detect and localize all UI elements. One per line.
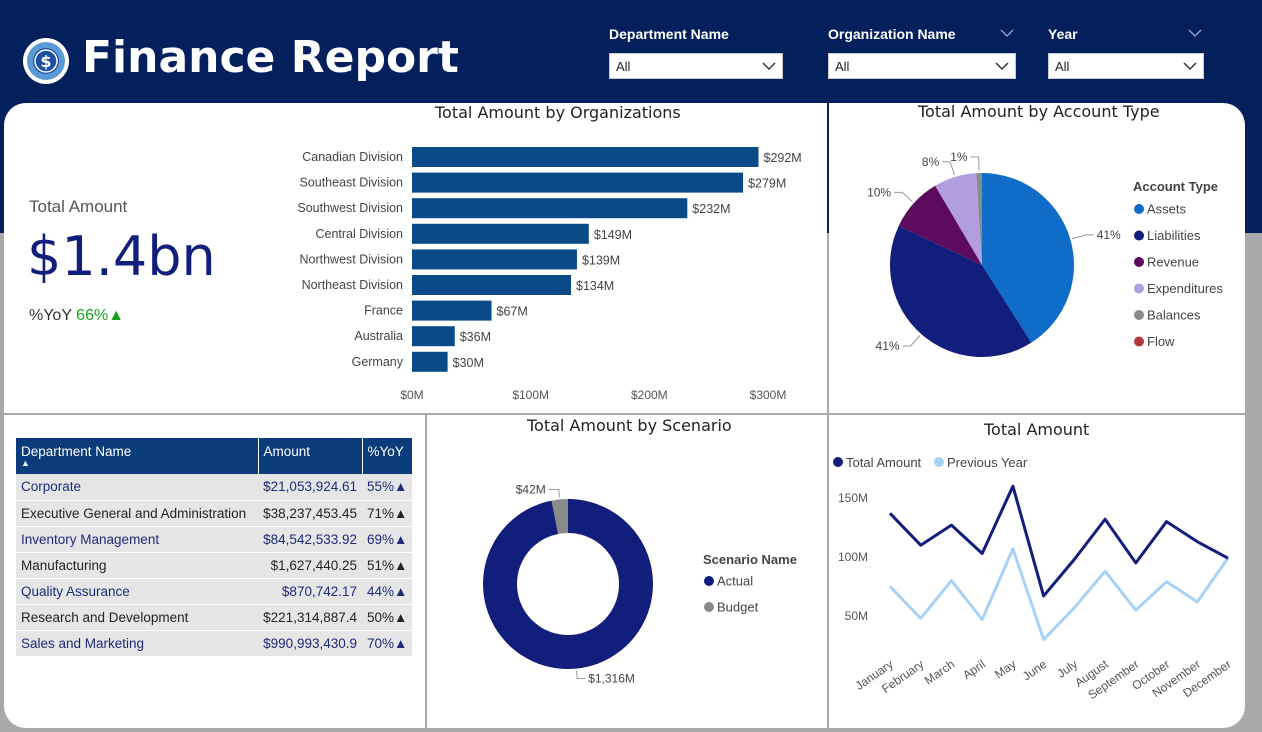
x-tick-label: April	[960, 657, 988, 682]
column-header-department[interactable]: Department Name ▲	[16, 438, 259, 474]
cell-yoy: 55%▲	[362, 474, 413, 501]
column-header-amount[interactable]: Amount	[258, 438, 363, 474]
cell-department: Research and Development	[16, 604, 258, 631]
cell-department: Manufacturing	[16, 552, 258, 579]
cell-amount: $84,542,533.92	[258, 526, 362, 553]
cell-department: Sales and Marketing	[16, 630, 258, 657]
y-tick-label: 50M	[845, 609, 868, 623]
cell-department: Executive General and Administration	[16, 500, 258, 527]
legend-marker	[934, 457, 944, 467]
cell-yoy: 71%▲	[362, 500, 413, 527]
table-row[interactable]: Research and Development $221,314,887.4 50…	[16, 604, 413, 631]
cell-department: Corporate	[16, 474, 258, 501]
cell-yoy: 69%▲	[362, 526, 413, 553]
column-header-label: %YoY	[367, 444, 404, 459]
cell-yoy: 50%▲	[362, 604, 413, 631]
column-header-label: Department Name	[21, 444, 132, 459]
table-row[interactable]: Executive General and Administration $38,…	[16, 500, 413, 527]
cell-amount: $38,237,453.45	[258, 500, 362, 527]
table-row[interactable]: Quality Assurance $870,742.17 44%▲	[16, 578, 413, 605]
cell-amount: $1,627,440.25	[258, 552, 362, 579]
x-tick-label: May	[992, 657, 1019, 681]
cell-amount: $870,742.17	[258, 578, 362, 605]
cell-yoy: 51%▲	[362, 552, 413, 579]
legend-label: Total Amount	[846, 455, 922, 470]
legend-label: Previous Year	[947, 455, 1028, 470]
cell-yoy: 70%▲	[362, 630, 413, 657]
cell-amount: $990,993,430.9	[258, 630, 362, 657]
cell-amount: $221,314,887.4	[258, 604, 362, 631]
legend-marker	[833, 457, 843, 467]
y-tick-label: 100M	[838, 550, 868, 564]
sort-ascending-icon: ▲	[21, 458, 30, 468]
cell-yoy: 44%▲	[362, 578, 413, 605]
department-table: Department Name ▲ Amount %YoY Corporate $…	[16, 438, 413, 657]
column-header-label: Amount	[263, 444, 311, 459]
table-row[interactable]: Sales and Marketing $990,993,430.9 70%▲	[16, 630, 413, 657]
column-header-yoy[interactable]: %YoY	[362, 438, 413, 474]
cell-amount: $21,053,924.61	[258, 474, 362, 501]
series-line	[888, 547, 1230, 642]
cell-department: Inventory Management	[16, 526, 258, 553]
x-tick-label: June	[1020, 657, 1050, 684]
x-tick-label: March	[922, 657, 957, 688]
y-tick-label: 150M	[838, 491, 868, 505]
cell-department: Quality Assurance	[16, 578, 258, 605]
series-line	[888, 484, 1229, 598]
table-row[interactable]: Manufacturing $1,627,440.25 51%▲	[16, 552, 413, 579]
table-row[interactable]: Inventory Management $84,542,533.92 69%▲	[16, 526, 413, 553]
table-row[interactable]: Corporate $21,053,924.61 55%▲	[16, 474, 413, 501]
